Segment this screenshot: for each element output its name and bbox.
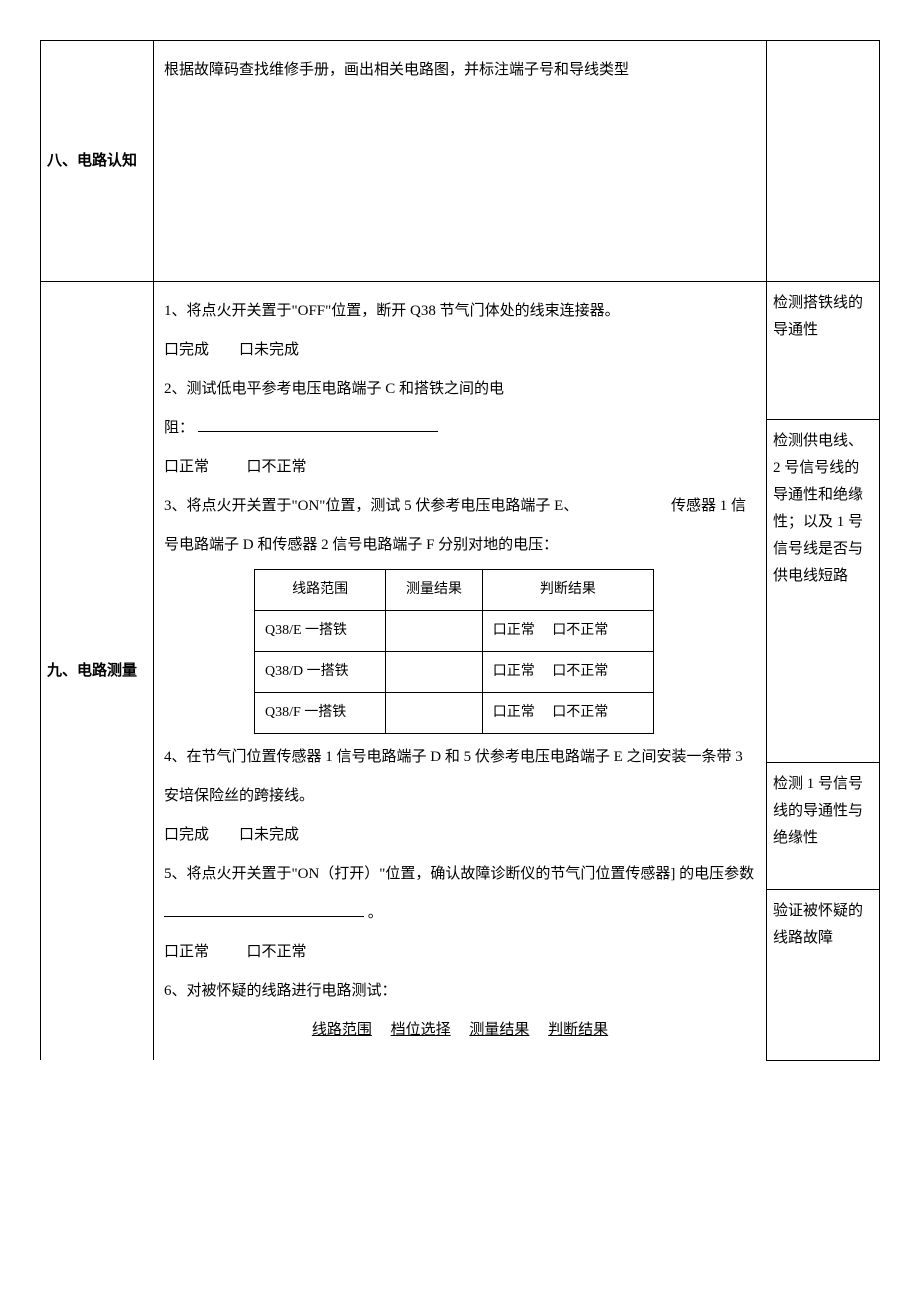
step-1-checkboxes: 口完成 口未完成 (164, 331, 756, 370)
note-4-text: 验证被怀疑的线路故障 (773, 903, 863, 946)
row-section-8: 八、电路认知 根据故障码查找维修手册，画出相关电路图，并标注端子号和导线类型 (41, 41, 880, 282)
th2-result: 测量结果 (469, 1022, 529, 1038)
cell-judge-f: 口正常 口不正常 (482, 693, 653, 734)
checkbox-abnormal[interactable]: 口不正常 (247, 459, 307, 475)
checkbox-abnormal[interactable]: 口不正常 (552, 705, 608, 720)
checkbox-normal[interactable]: 口正常 (493, 664, 535, 679)
cell-judge-e: 口正常 口不正常 (482, 611, 653, 652)
checkbox-done[interactable]: 口完成 (164, 342, 209, 358)
th-measure-result: 测量结果 (386, 570, 483, 611)
measurement-table-1: 线路范围 测量结果 判断结果 Q38/E 一搭铁 口正常 口不正常 Q38/D … (254, 569, 654, 734)
step-1: 1、将点火开关置于"OFF"位置，断开 Q38 节气门体处的线束连接器。 (164, 292, 756, 331)
note-1-text: 检测搭铁线的导通性 (773, 295, 863, 338)
th2-gear: 档位选择 (391, 1022, 451, 1038)
section-8-title: 八、电路认知 (41, 41, 154, 282)
cell-result-f[interactable] (386, 693, 483, 734)
step-3-text-a: 3、将点火开关置于"ON"位置，测试 5 伏参考电压电路端子 E、 (164, 498, 578, 514)
cell-result-e[interactable] (386, 611, 483, 652)
table-row: Q38/F 一搭铁 口正常 口不正常 (255, 693, 654, 734)
th-judge-result: 判断结果 (482, 570, 653, 611)
step-3-line2: 号电路端子 D 和传感器 2 信号电路端子 F 分别对地的电压： (164, 526, 756, 565)
cell-range-e: Q38/E 一搭铁 (255, 611, 386, 652)
step-3-float-text: 传感器 1 信 (671, 487, 746, 526)
step-5: 5、将点火开关置于"ON（打开）"位置，确认故障诊断仪的节气门位置传感器] 的电… (164, 855, 756, 933)
cell-result-d[interactable] (386, 652, 483, 693)
th2-range: 线路范围 (312, 1022, 372, 1038)
blank-input-voltage[interactable] (164, 901, 364, 917)
note-cell-3: 检测 1 号信号线的导通性与绝缘性 (767, 763, 880, 890)
table-header-row: 线路范围 测量结果 判断结果 (255, 570, 654, 611)
section-8-instruction: 根据故障码查找维修手册，画出相关电路图，并标注端子号和导线类型 (164, 62, 629, 78)
checkbox-abnormal[interactable]: 口不正常 (552, 664, 608, 679)
checkbox-normal[interactable]: 口正常 (164, 944, 209, 960)
step-5-checkboxes: 口正常 口不正常 (164, 933, 756, 972)
table2-header-line: 线路范围 档位选择 测量结果 判断结果 (164, 1011, 756, 1050)
section-8-content-cell: 根据故障码查找维修手册，画出相关电路图，并标注端子号和导线类型 (154, 41, 767, 282)
checkbox-normal[interactable]: 口正常 (493, 623, 535, 638)
row-section-9a: 九、电路测量 1、将点火开关置于"OFF"位置，断开 Q38 节气门体处的线束连… (41, 282, 880, 420)
note-3-text: 检测 1 号信号线的导通性与绝缘性 (773, 776, 863, 846)
checkbox-normal[interactable]: 口正常 (493, 705, 535, 720)
checkbox-undone[interactable]: 口未完成 (239, 827, 299, 843)
note-2a-text: 检测供电线、 (773, 428, 873, 455)
checkbox-abnormal[interactable]: 口不正常 (552, 623, 608, 638)
cell-range-f: Q38/F 一搭铁 (255, 693, 386, 734)
section-9-content: 1、将点火开关置于"OFF"位置，断开 Q38 节气门体处的线束连接器。 口完成… (154, 282, 767, 1061)
section-9-title: 九、电路测量 (41, 282, 154, 1061)
checkbox-done[interactable]: 口完成 (164, 827, 209, 843)
step-4: 4、在节气门位置传感器 1 信号电路端子 D 和 5 伏参考电压电路端子 E 之… (164, 738, 756, 816)
cell-judge-d: 口正常 口不正常 (482, 652, 653, 693)
note-cell-4: 验证被怀疑的线路故障 (767, 890, 880, 1060)
th2-judge: 判断结果 (548, 1022, 608, 1038)
section-8-notes (767, 41, 880, 282)
checkbox-normal[interactable]: 口正常 (164, 459, 209, 475)
table-row: Q38/E 一搭铁 口正常 口不正常 (255, 611, 654, 652)
step-4-checkboxes: 口完成 口未完成 (164, 816, 756, 855)
table-row: Q38/D 一搭铁 口正常 口不正常 (255, 652, 654, 693)
step-5-text: 5、将点火开关置于"ON（打开）"位置，确认故障诊断仪的节气门位置传感器] 的电… (164, 866, 754, 882)
step-3-line1: 传感器 1 信 3、将点火开关置于"ON"位置，测试 5 伏参考电压电路端子 E… (164, 487, 756, 526)
step-2-label: 阻： (164, 420, 194, 436)
step-2-line2: 阻： (164, 409, 756, 448)
note-cell-1: 检测搭铁线的导通性 (767, 282, 880, 420)
cell-range-d: Q38/D 一搭铁 (255, 652, 386, 693)
worksheet-table: 八、电路认知 根据故障码查找维修手册，画出相关电路图，并标注端子号和导线类型 九… (40, 40, 880, 1061)
note-2b-text: 2 号信号线的导通性和绝缘性；以及 1 号信号线是否与供电线短路 (773, 455, 873, 590)
th-line-range: 线路范围 (255, 570, 386, 611)
step-2-checkboxes: 口正常 口不正常 (164, 448, 756, 487)
checkbox-abnormal[interactable]: 口不正常 (247, 944, 307, 960)
step-5-end: 。 (368, 905, 383, 921)
step-6: 6、对被怀疑的线路进行电路测试： (164, 972, 756, 1011)
blank-input-resistance[interactable] (198, 416, 438, 432)
note-cell-2: 检测供电线、 2 号信号线的导通性和绝缘性；以及 1 号信号线是否与供电线短路 (767, 419, 880, 763)
step-2-line1: 2、测试低电平参考电压电路端子 C 和搭铁之间的电 (164, 370, 756, 409)
checkbox-undone[interactable]: 口未完成 (239, 342, 299, 358)
